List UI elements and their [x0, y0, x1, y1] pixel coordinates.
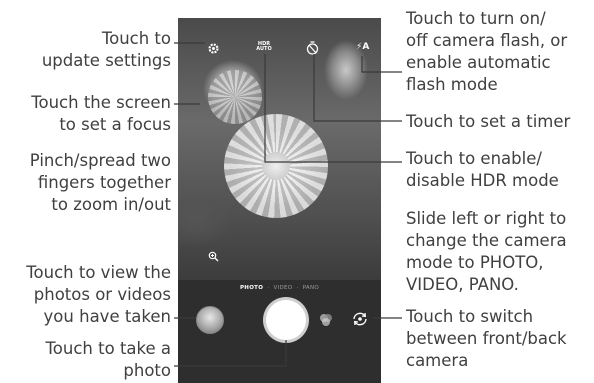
callout-leader-lines — [174, 42, 402, 367]
